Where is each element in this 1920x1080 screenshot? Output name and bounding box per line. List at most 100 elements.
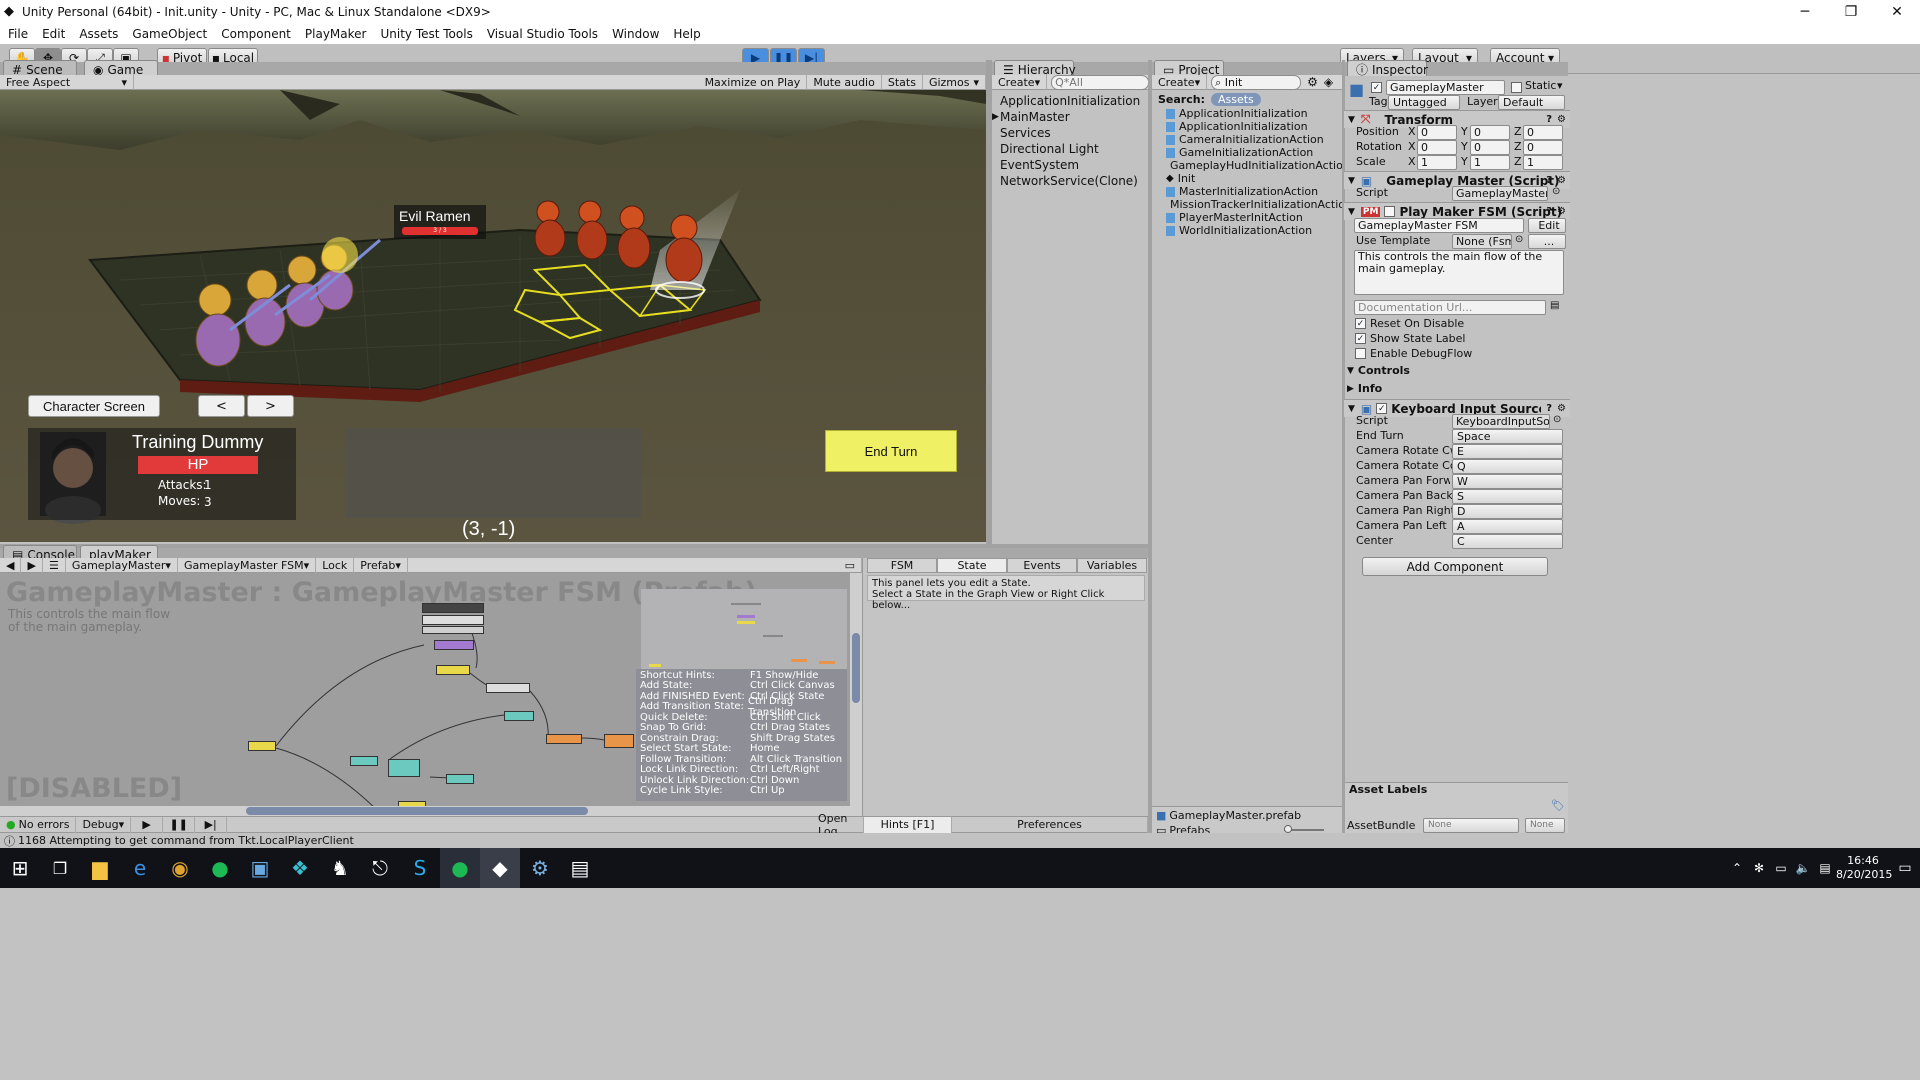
fsm-state-node[interactable] [350, 756, 378, 766]
menu-file[interactable]: File [8, 27, 28, 41]
close-icon[interactable]: ✕ [1874, 0, 1920, 24]
graph-vertical-scrollbar[interactable] [850, 573, 862, 806]
project-item[interactable]: GameInitializationAction [1156, 146, 1342, 159]
hierarchy-item[interactable]: Directional Light [992, 141, 1148, 157]
foldout-arrow-icon[interactable]: ▼ [1348, 115, 1355, 125]
fsm-description-field[interactable]: This controls the main flow of the main … [1354, 250, 1564, 295]
info-foldout[interactable]: ▶ Info [1347, 382, 1382, 395]
fsm-name-field[interactable]: GameplayMaster FSM [1354, 218, 1524, 233]
maximize-icon[interactable]: ❐ [1828, 0, 1874, 24]
fsm-state-node[interactable] [504, 711, 534, 721]
fsm-state-node[interactable] [422, 626, 484, 634]
sourcetree-icon[interactable]: ❖ [280, 848, 320, 888]
fsm-enabled-checkbox[interactable] [1384, 206, 1396, 217]
label-tag-icon[interactable]: 🏷 [1551, 799, 1565, 812]
notifications-icon[interactable]: ▭ [1890, 848, 1920, 888]
debug-dropdown[interactable]: Debug ▾ [76, 816, 132, 833]
fsm-state-node[interactable] [546, 734, 582, 744]
position-z-field[interactable]: 0 [1523, 125, 1563, 140]
minimize-icon[interactable]: ─ [1782, 0, 1828, 24]
reset-on-disable-row[interactable]: ✓ Reset On Disable [1355, 317, 1464, 330]
back-arrow-icon[interactable]: ◀ [0, 557, 22, 573]
menu-edit[interactable]: Edit [42, 27, 65, 41]
fsm-state-node[interactable] [604, 734, 634, 748]
camera-pan-left-dropdown[interactable]: A [1452, 519, 1563, 534]
menu-help[interactable]: Help [673, 27, 700, 41]
help-icon[interactable]: ? [1546, 175, 1552, 186]
expand-arrow-icon[interactable]: ▶ [992, 112, 1000, 122]
help-icon[interactable]: ? [1546, 403, 1552, 414]
fsm-graph-view[interactable]: GameplayMaster : GameplayMaster FSM (Pre… [0, 573, 850, 806]
end-turn-key-dropdown[interactable]: Space [1452, 429, 1563, 444]
menu-window[interactable]: Window [612, 27, 659, 41]
object-picker-icon[interactable]: ⊙ [1552, 186, 1560, 197]
camera-pan-right-dropdown[interactable]: D [1452, 504, 1563, 519]
fsm-state-node[interactable] [422, 603, 484, 613]
debug-pause-icon[interactable]: ❚❚ [163, 816, 196, 833]
gear-icon[interactable]: ⚙ [1557, 175, 1566, 186]
hierarchy-item[interactable]: NetworkService(Clone) [992, 173, 1148, 189]
tab-state[interactable]: State [937, 558, 1007, 573]
menu-assets[interactable]: Assets [79, 27, 118, 41]
debug-step-icon[interactable]: ▶| [195, 816, 228, 833]
help-icon[interactable]: ? [1546, 206, 1552, 217]
project-item[interactable]: CameraInitializationAction [1156, 133, 1342, 146]
hierarchy-item[interactable]: EventSystem [992, 157, 1148, 173]
center-key-dropdown[interactable]: C [1452, 534, 1563, 549]
camera-pan-back-dropdown[interactable]: S [1452, 489, 1563, 504]
tab-variables[interactable]: Variables [1077, 558, 1147, 573]
position-y-field[interactable]: 0 [1470, 125, 1510, 140]
fsm-state-node[interactable] [248, 741, 276, 751]
aspect-dropdown[interactable]: Free Aspect ▾ [0, 74, 134, 90]
visual-studio-icon[interactable]: ▣ [240, 848, 280, 888]
rotation-x-field[interactable]: 0 [1417, 140, 1457, 155]
foldout-arrow-icon[interactable]: ▼ [1348, 176, 1355, 186]
next-unit-button[interactable]: > [247, 395, 294, 417]
project-item[interactable]: PlayerMasterInitAction [1156, 211, 1342, 224]
project-item[interactable]: WorldInitializationAction [1156, 224, 1342, 237]
menu-component[interactable]: Component [221, 27, 291, 41]
rotation-z-field[interactable]: 0 [1523, 140, 1563, 155]
project-item[interactable]: ApplicationInitialization [1156, 120, 1342, 133]
hierarchy-item[interactable]: ▶ MainMaster [992, 109, 1148, 125]
filter-type-icon[interactable]: ⚙ [1307, 75, 1318, 89]
enable-debugflow-row[interactable]: Enable DebugFlow [1355, 347, 1472, 360]
asset-bundle-variant-dropdown[interactable]: None [1525, 818, 1565, 833]
hierarchy-item[interactable]: Services [992, 125, 1148, 141]
skype-icon[interactable]: S [400, 848, 440, 888]
network-icon[interactable]: ▤ [1814, 848, 1836, 888]
minimap-toggle-icon[interactable]: ▭ [839, 557, 862, 573]
position-x-field[interactable]: 0 [1417, 125, 1457, 140]
camera-pan-forward-dropdown[interactable]: W [1452, 474, 1563, 489]
menu-icon[interactable]: ☰ [43, 557, 66, 573]
controls-foldout[interactable]: ▼ Controls [1347, 364, 1410, 377]
scale-z-field[interactable]: 1 [1523, 155, 1563, 170]
file-explorer-icon[interactable]: ▆ [80, 848, 120, 888]
end-turn-button[interactable]: End Turn [825, 430, 957, 472]
open-url-icon[interactable]: ▤ [1550, 300, 1559, 311]
kbd-script-field[interactable]: KeyboardInputSou [1452, 414, 1550, 429]
gear-icon[interactable]: ⚙ [1557, 114, 1566, 125]
hierarchy-create-dropdown[interactable]: Create ▾ [992, 74, 1048, 90]
camera-rotate-ccw-dropdown[interactable]: Q [1452, 459, 1563, 474]
project-item[interactable]: GameplayHudInitializationAction [1156, 159, 1350, 172]
hierarchy-search-input[interactable]: Q*All [1051, 74, 1150, 90]
chrome-icon[interactable]: ◉ [160, 848, 200, 888]
fsm-state-node[interactable] [446, 774, 474, 784]
object-picker-icon[interactable]: ⊙ [1515, 234, 1523, 245]
fsm-state-node[interactable] [434, 640, 474, 650]
template-browse-button[interactable]: ... [1528, 234, 1566, 249]
fsm-state-node[interactable] [486, 683, 530, 693]
character-screen-button[interactable]: Character Screen [28, 395, 160, 417]
static-checkbox[interactable] [1511, 82, 1522, 93]
maximize-on-play-toggle[interactable]: Maximize on Play [699, 74, 808, 90]
scale-y-field[interactable]: 1 [1470, 155, 1510, 170]
gameplay-master-script-field[interactable]: GameplayMaster [1452, 186, 1548, 201]
menu-unity-test-tools[interactable]: Unity Test Tools [380, 27, 472, 41]
assets-scope-chip[interactable]: Assets [1210, 92, 1261, 106]
tray-app-icon[interactable]: ▭ [1770, 848, 1792, 888]
debug-play-icon[interactable]: ▶ [131, 816, 164, 833]
gear-icon[interactable]: ⚙ [1557, 403, 1566, 414]
show-state-label-row[interactable]: ✓ Show State Label [1355, 332, 1465, 345]
edge-browser-icon[interactable]: e [120, 848, 160, 888]
